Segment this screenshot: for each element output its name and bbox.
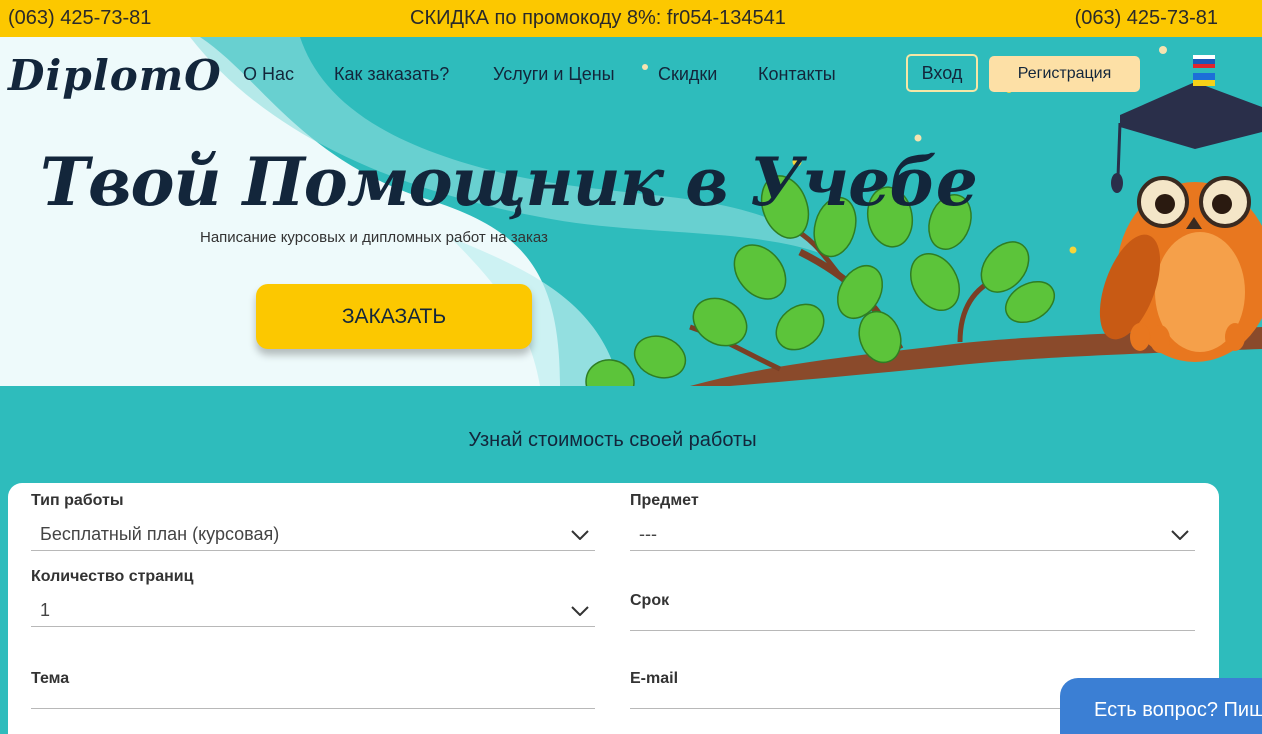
chat-widget-button[interactable]: Есть вопрос? Пишите! (1060, 678, 1262, 734)
pages-value: 1 (40, 600, 51, 620)
nav-link-how-to-order[interactable]: Как заказать? (334, 64, 449, 85)
chat-widget-label: Есть вопрос? Пишите! (1094, 698, 1262, 721)
site-logo[interactable]: DiplomO (8, 51, 222, 100)
phone-link-right[interactable]: (063) 425-73-81 (1075, 7, 1218, 30)
pages-select[interactable]: 1 (31, 595, 595, 627)
chevron-down-icon (1165, 525, 1195, 545)
owl-mascot-illustration (1099, 82, 1262, 362)
chevron-down-icon (565, 601, 595, 621)
flag-ru-icon[interactable] (1193, 55, 1215, 68)
subject-label: Предмет (630, 492, 699, 509)
register-button[interactable]: Регистрация (989, 56, 1140, 92)
work-type-label: Тип работы (31, 492, 124, 509)
subject-value: --- (639, 524, 657, 544)
chevron-down-icon (565, 525, 595, 545)
login-button[interactable]: Вход (906, 54, 978, 92)
hero-subheadline: Написание курсовых и дипломных работ на … (200, 229, 548, 246)
phone-link-left[interactable]: (063) 425-73-81 (8, 7, 151, 30)
work-type-select[interactable]: Бесплатный план (курсовая) (31, 519, 595, 551)
calculator-form: Тип работы Бесплатный план (курсовая) Пр… (8, 483, 1219, 734)
nav-link-services-prices[interactable]: Услуги и Цены (493, 64, 615, 85)
order-button[interactable]: ЗАКАЗАТЬ (256, 284, 532, 349)
flag-ua-icon[interactable] (1193, 73, 1215, 86)
calculator-title: Узнай стоимость своей работы (468, 429, 757, 451)
deadline-input[interactable] (630, 599, 1195, 631)
nav-link-discounts[interactable]: Скидки (658, 64, 717, 85)
promo-text: СКИДКА по промокоду 8%: fr054-134541 (410, 7, 786, 29)
work-type-value: Бесплатный план (курсовая) (40, 524, 280, 544)
hero-section: DiplomO О Нас Как заказать? Услуги и Цен… (0, 37, 1262, 386)
top-bar: (063) 425-73-81 СКИДКА по промокоду 8%: … (0, 0, 1262, 37)
nav-link-contacts[interactable]: Контакты (758, 64, 836, 85)
topic-input[interactable] (31, 677, 595, 709)
pages-label: Количество страниц (31, 568, 194, 585)
nav-link-about[interactable]: О Нас (243, 64, 294, 85)
subject-select[interactable]: --- (630, 519, 1195, 551)
hero-headline: Твой Помощник в Учебе (40, 143, 978, 221)
